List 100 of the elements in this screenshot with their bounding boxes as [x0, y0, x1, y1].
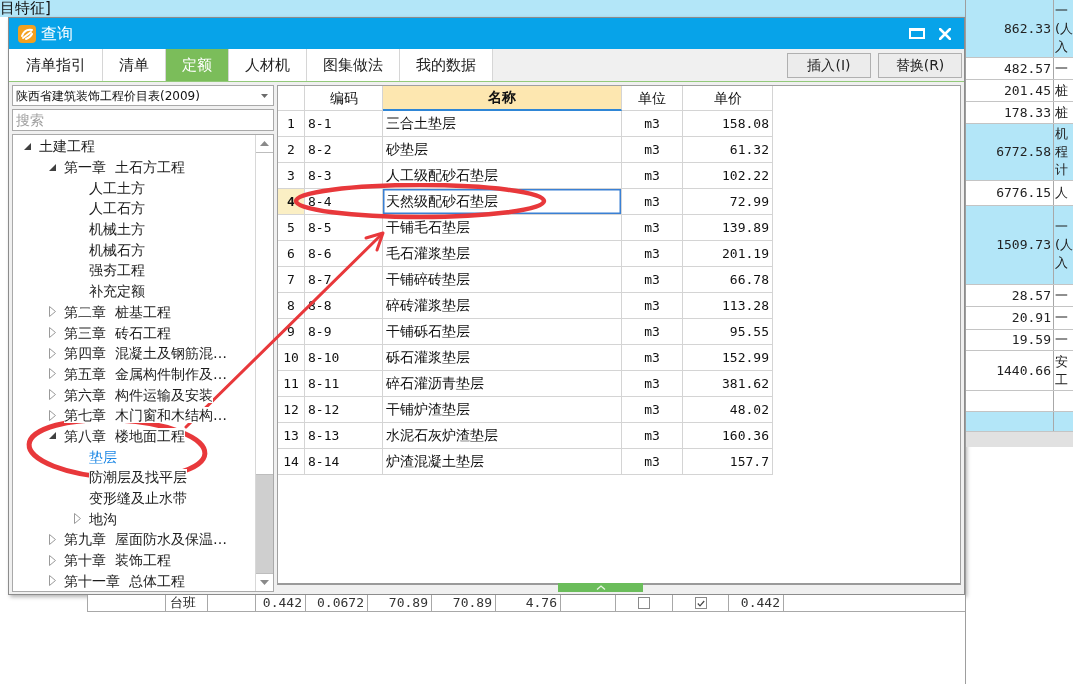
- column-header[interactable]: 名称: [383, 86, 622, 111]
- collapsed-triangle-icon[interactable]: [48, 409, 56, 421]
- column-header[interactable]: 单价: [683, 86, 773, 111]
- table-cell: 102.22: [683, 163, 773, 189]
- maximize-icon: [909, 28, 925, 39]
- checkbox[interactable]: [694, 597, 707, 609]
- cell-text: 入: [1055, 37, 1069, 56]
- tree-item[interactable]: 第一章 土石方工程: [64, 159, 185, 176]
- collapsed-triangle-icon[interactable]: [48, 368, 56, 380]
- tree-item[interactable]: 第三章 砖石工程: [64, 324, 171, 341]
- tree-item[interactable]: 第十一章 总体工程: [64, 572, 185, 589]
- scroll-down-button[interactable]: [256, 573, 273, 591]
- row-number: 11: [278, 371, 305, 397]
- cell-text: 入: [1055, 254, 1069, 272]
- collapsed-triangle-icon[interactable]: [48, 533, 56, 545]
- cell-text: 人: [1055, 184, 1069, 202]
- tree-item[interactable]: 第七章 木门窗和木结构…: [64, 407, 227, 424]
- collapsed-triangle-icon[interactable]: [48, 389, 56, 401]
- collapsed-triangle-icon[interactable]: [48, 575, 56, 587]
- scroll-up-button[interactable]: [256, 135, 273, 153]
- table-cell: 8-5: [305, 215, 383, 241]
- table-cell: 8-3: [305, 163, 383, 189]
- checkbox[interactable]: [638, 597, 650, 609]
- table-cell: m3: [622, 137, 683, 163]
- tree-item[interactable]: 人工石方: [89, 200, 145, 217]
- tree-item[interactable]: 防潮层及找平层: [89, 469, 187, 486]
- action-button[interactable]: 插入(I): [787, 52, 871, 78]
- down-arrow-icon: [260, 580, 269, 585]
- collapsed-triangle-icon[interactable]: [48, 306, 56, 318]
- table-cell: m3: [622, 241, 683, 267]
- scrollbar-thumb[interactable]: [256, 153, 273, 475]
- table-cell: 8-14: [305, 449, 383, 475]
- table-cell: 48.02: [683, 397, 773, 423]
- tree-item[interactable]: 变形缝及止水带: [89, 490, 187, 507]
- horizontal-scrollbar[interactable]: [966, 432, 1073, 447]
- table-cell: m3: [622, 397, 683, 423]
- column-header[interactable]: 编码: [305, 86, 383, 111]
- tree-item[interactable]: 机械石方: [89, 241, 145, 258]
- expanded-triangle-icon[interactable]: [48, 432, 56, 440]
- action-button[interactable]: 替换(R): [878, 52, 962, 78]
- collapsed-triangle-icon[interactable]: [48, 347, 56, 359]
- table-cell: 8-2: [305, 137, 383, 163]
- table-cell: 139.89: [683, 215, 773, 241]
- table-cell-text: 19.59: [1011, 331, 1051, 350]
- tree-item[interactable]: 第十章 装饰工程: [64, 552, 171, 569]
- tree-item[interactable]: 机械土方: [89, 221, 145, 238]
- table-cell: m3: [622, 215, 683, 241]
- collapse-handle[interactable]: [558, 583, 643, 592]
- tree-item[interactable]: 强夯工程: [89, 262, 145, 279]
- table-cell: 381.62: [683, 371, 773, 397]
- search-field[interactable]: 搜索: [12, 109, 274, 131]
- table-cell: 70.89: [368, 595, 432, 611]
- expanded-triangle-icon[interactable]: [23, 142, 31, 150]
- collapsed-triangle-icon[interactable]: [48, 554, 56, 566]
- collapsed-triangle-icon[interactable]: [48, 327, 56, 339]
- collapsed-triangle-icon[interactable]: [73, 513, 81, 525]
- table-cell: m3: [622, 371, 683, 397]
- tree-item[interactable]: 第四章 混凝土及钢筋混…: [64, 345, 227, 362]
- table-cell: 152.99: [683, 345, 773, 371]
- table-cell-text: 6776.15: [996, 184, 1051, 203]
- table-cell: 157.7: [683, 449, 773, 475]
- table-cell-text: 178.33: [1004, 103, 1051, 122]
- table-cell: m3: [622, 293, 683, 319]
- table-cell: 砾石灌浆垫层: [383, 345, 622, 371]
- tree-item[interactable]: 第八章 楼地面工程: [64, 427, 185, 444]
- library-select[interactable]: 陕西省建筑装饰工程价目表(2009): [12, 85, 274, 106]
- cell-text: (人: [1055, 236, 1073, 254]
- tree-item[interactable]: 补充定额: [89, 283, 145, 300]
- table-cell-text: 20.91: [1011, 309, 1051, 328]
- cell-text: 计: [1055, 161, 1069, 179]
- table-cell: m3: [622, 345, 683, 371]
- tree-item[interactable]: 地沟: [89, 510, 117, 527]
- cell-text: 工: [1055, 370, 1069, 389]
- tree-item[interactable]: 人工土方: [89, 179, 145, 196]
- cell-text: 一: [1055, 59, 1069, 78]
- table-cell: 8-6: [305, 241, 383, 267]
- tree-item[interactable]: 第五章 金属构件制作及…: [64, 365, 227, 382]
- scrollbar[interactable]: [255, 135, 273, 591]
- table-cell: 干铺毛石垫层: [383, 215, 622, 241]
- table-cell: 8-10: [305, 345, 383, 371]
- column-header[interactable]: 单位: [622, 86, 683, 111]
- expanded-triangle-icon[interactable]: [48, 163, 56, 171]
- tree-item[interactable]: 垫层: [89, 448, 117, 465]
- table-cell-text: 1440.66: [996, 361, 1051, 380]
- tree-item[interactable]: 第六章 构件运输及安装: [64, 386, 213, 403]
- row-number: 13: [278, 423, 305, 449]
- table-cell: m3: [622, 319, 683, 345]
- row-number: 7: [278, 267, 305, 293]
- tree-item[interactable]: 第九章 屋面防水及保温…: [64, 531, 227, 548]
- table-cell: m3: [622, 111, 683, 137]
- tree-item[interactable]: 土建工程: [39, 138, 95, 155]
- table-cell: 8-11: [305, 371, 383, 397]
- table-cell: 水泥石灰炉渣垫层: [383, 423, 622, 449]
- checkmark-icon: [696, 599, 705, 607]
- cell-text: 一: [1055, 218, 1069, 236]
- table-cell: 碎砖灌浆垫层: [383, 293, 622, 319]
- tree-item[interactable]: 第二章 桩基工程: [64, 303, 171, 320]
- table-cell: 158.08: [683, 111, 773, 137]
- up-arrow-icon: [260, 141, 269, 146]
- table-cell: 天然级配砂石垫层: [383, 189, 622, 215]
